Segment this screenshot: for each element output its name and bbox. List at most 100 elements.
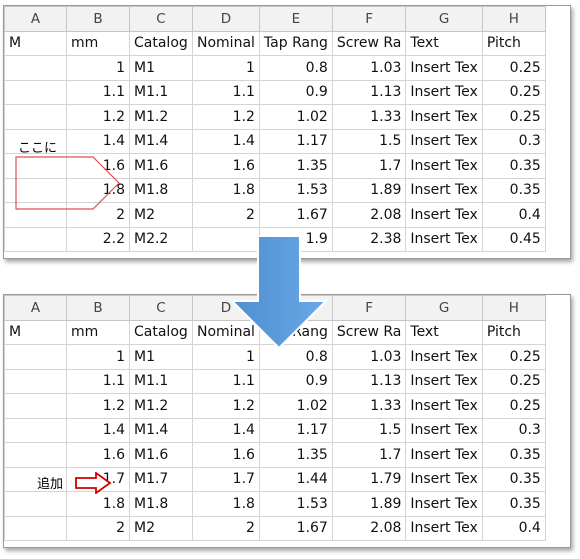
- cell[interactable]: 1.67: [258, 202, 333, 228]
- cell[interactable]: Insert Tex: [405, 442, 483, 468]
- column-header-c[interactable]: C: [129, 295, 193, 321]
- cell[interactable]: 1.89: [331, 177, 407, 203]
- cell[interactable]: Screw Ra: [331, 30, 407, 56]
- cell[interactable]: 1.7: [331, 442, 407, 468]
- cell[interactable]: 1.33: [331, 393, 407, 419]
- cell[interactable]: 1.17: [258, 128, 333, 154]
- cell[interactable]: [4, 368, 67, 394]
- cell[interactable]: Insert Tex: [405, 515, 483, 541]
- cell[interactable]: [4, 226, 67, 252]
- cell[interactable]: Nominal: [192, 30, 260, 56]
- cell[interactable]: 1.2: [66, 393, 130, 419]
- cell[interactable]: 0.25: [481, 55, 546, 81]
- cell[interactable]: Pitch: [481, 319, 546, 345]
- cell[interactable]: M1.1: [129, 79, 193, 105]
- cell[interactable]: M1.8: [129, 177, 193, 203]
- cell[interactable]: 1.13: [331, 368, 407, 394]
- cell[interactable]: M2.2: [129, 226, 193, 252]
- cell[interactable]: Text: [405, 319, 483, 345]
- cell[interactable]: Text: [405, 30, 483, 56]
- cell[interactable]: 0.25: [481, 368, 546, 394]
- cell[interactable]: [4, 104, 67, 130]
- cell[interactable]: 2.08: [331, 202, 407, 228]
- cell[interactable]: Insert Tex: [405, 466, 483, 492]
- cell[interactable]: 0.8: [258, 55, 333, 81]
- cell[interactable]: 1.5: [331, 128, 407, 154]
- cell[interactable]: [4, 344, 67, 370]
- cell[interactable]: 0.4: [481, 515, 546, 541]
- cell[interactable]: 1.5: [331, 417, 407, 443]
- cell[interactable]: 1.17: [258, 417, 333, 443]
- cell[interactable]: 1.2: [66, 104, 130, 130]
- cell[interactable]: 2: [192, 515, 260, 541]
- cell[interactable]: 1: [66, 55, 130, 81]
- cell[interactable]: 0.25: [481, 393, 546, 419]
- cell[interactable]: 1.35: [258, 442, 333, 468]
- cell[interactable]: M1.4: [129, 417, 193, 443]
- cell[interactable]: Insert Tex: [405, 226, 483, 252]
- cell[interactable]: 1.13: [331, 79, 407, 105]
- cell[interactable]: 1.4: [192, 128, 260, 154]
- cell[interactable]: Catalog: [129, 319, 193, 345]
- column-header-b[interactable]: B: [66, 295, 130, 321]
- cell[interactable]: M: [4, 30, 67, 56]
- cell[interactable]: 1.03: [331, 344, 407, 370]
- cell[interactable]: Insert Tex: [405, 177, 483, 203]
- cell[interactable]: 0.4: [481, 202, 546, 228]
- cell[interactable]: 1.1: [192, 79, 260, 105]
- cell[interactable]: [4, 491, 67, 517]
- cell[interactable]: 1.4: [66, 128, 130, 154]
- cell[interactable]: M1.1: [129, 368, 193, 394]
- column-header-h[interactable]: H: [481, 6, 546, 32]
- cell[interactable]: Tap Rang: [258, 30, 333, 56]
- cell[interactable]: M1: [129, 55, 193, 81]
- cell[interactable]: Pitch: [481, 30, 546, 56]
- cell[interactable]: [4, 515, 67, 541]
- column-header-f[interactable]: F: [331, 6, 407, 32]
- cell[interactable]: 0.3: [481, 128, 546, 154]
- cell[interactable]: M2: [129, 202, 193, 228]
- cell[interactable]: 0.35: [481, 442, 546, 468]
- cell[interactable]: 1.35: [258, 153, 333, 179]
- cell[interactable]: 1.6: [192, 153, 260, 179]
- cell[interactable]: M1.2: [129, 393, 193, 419]
- cell[interactable]: Insert Tex: [405, 55, 483, 81]
- cell[interactable]: 0.9: [258, 368, 333, 394]
- cell[interactable]: 2.08: [331, 515, 407, 541]
- cell[interactable]: 1.1: [66, 79, 130, 105]
- cell[interactable]: 1.6: [192, 442, 260, 468]
- cell[interactable]: 0.25: [481, 104, 546, 130]
- cell[interactable]: 1.6: [66, 442, 130, 468]
- cell[interactable]: Screw Ra: [331, 319, 407, 345]
- column-header-h[interactable]: H: [481, 295, 546, 321]
- cell[interactable]: Insert Tex: [405, 79, 483, 105]
- cell[interactable]: Insert Tex: [405, 104, 483, 130]
- cell[interactable]: M1.4: [129, 128, 193, 154]
- cell[interactable]: 1.53: [258, 491, 333, 517]
- cell[interactable]: [4, 393, 67, 419]
- cell[interactable]: M1.7: [129, 466, 193, 492]
- column-header-g[interactable]: G: [405, 6, 483, 32]
- cell[interactable]: 2.38: [331, 226, 407, 252]
- cell[interactable]: 1.7: [192, 466, 260, 492]
- cell[interactable]: 0.35: [481, 491, 546, 517]
- cell[interactable]: 0.25: [481, 79, 546, 105]
- cell[interactable]: M1: [129, 344, 193, 370]
- cell[interactable]: 1.79: [331, 466, 407, 492]
- cell[interactable]: M1.6: [129, 442, 193, 468]
- cell[interactable]: 1.1: [66, 368, 130, 394]
- cell[interactable]: Insert Tex: [405, 202, 483, 228]
- cell[interactable]: mm: [66, 30, 130, 56]
- cell[interactable]: Insert Tex: [405, 368, 483, 394]
- cell[interactable]: 1.44: [258, 466, 333, 492]
- cell[interactable]: Insert Tex: [405, 128, 483, 154]
- cell[interactable]: 1.89: [331, 491, 407, 517]
- column-header-g[interactable]: G: [405, 295, 483, 321]
- cell[interactable]: [4, 442, 67, 468]
- column-header-b[interactable]: B: [66, 6, 130, 32]
- column-header-e[interactable]: E: [258, 6, 333, 32]
- cell[interactable]: [4, 417, 67, 443]
- cell[interactable]: 1.2: [192, 104, 260, 130]
- column-header-a[interactable]: A: [4, 295, 67, 321]
- column-header-f[interactable]: F: [331, 295, 407, 321]
